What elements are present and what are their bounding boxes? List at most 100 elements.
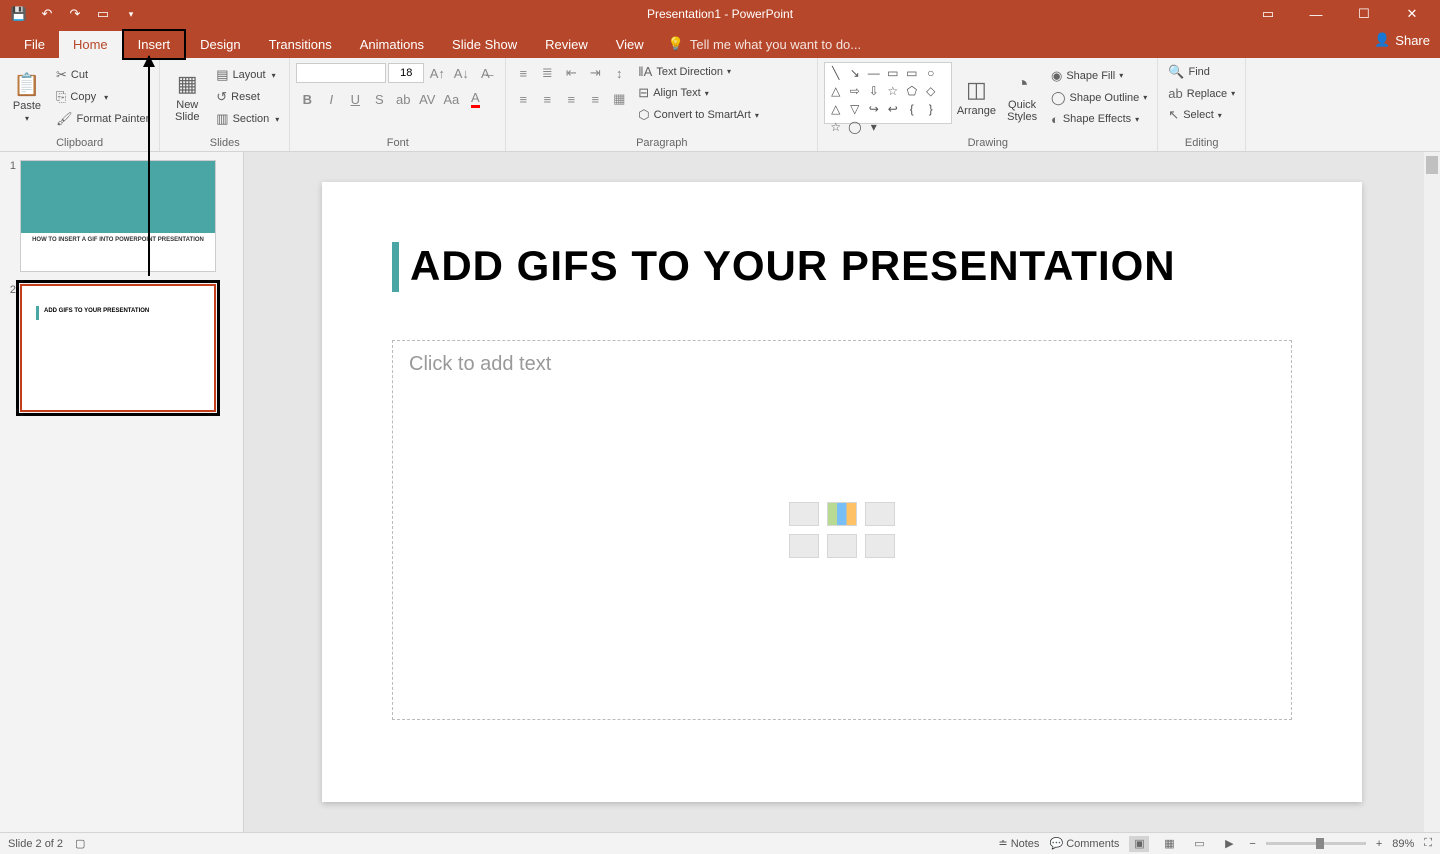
reading-view-icon[interactable]: ▭ [1189, 836, 1209, 852]
underline-button[interactable]: U [344, 88, 366, 110]
zoom-out-button[interactable]: − [1249, 838, 1255, 850]
italic-button[interactable]: I [320, 88, 342, 110]
slideshow-icon[interactable]: ▭ [96, 7, 110, 21]
decrease-font-icon[interactable]: A↓ [450, 62, 472, 84]
zoom-level[interactable]: 89% [1392, 838, 1414, 850]
shape-outline-button[interactable]: ◯Shape Outline▾ [1047, 88, 1151, 108]
tab-animations[interactable]: Animations [346, 31, 438, 58]
font-color-button[interactable]: A [464, 88, 486, 110]
bold-button[interactable]: B [296, 88, 318, 110]
slideshow-view-icon[interactable]: ▶ [1219, 836, 1239, 852]
slide-canvas[interactable]: ADD GIFS TO YOUR PRESENTATION Click to a… [322, 182, 1362, 802]
tell-me-search[interactable]: 💡 Tell me what you want to do... [658, 30, 871, 58]
reset-button[interactable]: ↺Reset [212, 87, 283, 107]
justify-button[interactable]: ≡ [584, 88, 606, 110]
notes-button[interactable]: ≐ Notes [998, 837, 1039, 850]
effects-icon: ◐ [1051, 112, 1059, 127]
qat-dropdown-icon[interactable]: ▾ [124, 7, 138, 21]
redo-icon[interactable]: ↷ [68, 7, 82, 21]
align-right-button[interactable]: ≡ [560, 88, 582, 110]
insert-smartart-icon[interactable] [865, 502, 895, 526]
shape-fill-button[interactable]: ◉Shape Fill▾ [1047, 66, 1151, 86]
tab-file[interactable]: File [10, 31, 59, 58]
thumbnail-1[interactable]: HOW TO INSERT A GIF INTO POWERPOINT PRES… [20, 160, 216, 272]
share-button[interactable]: 👤 Share [1374, 32, 1430, 48]
text-direction-button[interactable]: ‖AText Direction▾ [634, 62, 763, 81]
outline-icon: ◯ [1051, 90, 1066, 106]
tab-review[interactable]: Review [531, 31, 602, 58]
layout-button[interactable]: ▤Layout▾ [212, 65, 283, 85]
arrange-button[interactable]: ◫Arrange [956, 62, 998, 132]
window-controls: ▭ — ☐ ✕ [1248, 0, 1440, 28]
bullets-button[interactable]: ≡ [512, 62, 534, 84]
line-spacing-button[interactable]: ↕ [608, 62, 630, 84]
thumbnail-2[interactable]: ADD GIFS TO YOUR PRESENTATION [20, 284, 216, 412]
spell-check-icon[interactable]: ▢ [75, 837, 85, 850]
align-left-button[interactable]: ≡ [512, 88, 534, 110]
group-label: Slides [166, 137, 283, 151]
zoom-in-button[interactable]: + [1376, 838, 1382, 850]
replace-button[interactable]: abReplace▾ [1164, 84, 1239, 103]
tab-slideshow[interactable]: Slide Show [438, 31, 531, 58]
tab-view[interactable]: View [602, 31, 658, 58]
maximize-icon[interactable]: ☐ [1344, 0, 1384, 28]
placeholder-text: Click to add text [409, 353, 1275, 376]
ribbon-options-icon[interactable]: ▭ [1248, 0, 1288, 28]
tab-home[interactable]: Home [59, 31, 122, 58]
font-family-select[interactable] [296, 63, 386, 83]
copy-icon: ⎘ [56, 89, 66, 105]
shapes-gallery[interactable]: ╲↘—▭▭○△ ⇨⇩☆⬠◇△▽ ↪↩{}☆◯▾ [824, 62, 951, 124]
format-painter-button[interactable]: 🖌Format Painter [52, 109, 153, 129]
slide-counter[interactable]: Slide 2 of 2 [8, 838, 63, 850]
tab-design[interactable]: Design [186, 31, 254, 58]
undo-icon[interactable]: ↶ [40, 7, 54, 21]
group-slides: ▦ New Slide ▤Layout▾ ↺Reset ▥Section▾ Sl… [160, 58, 290, 151]
title-accent-bar [392, 242, 399, 292]
status-bar: Slide 2 of 2 ▢ ≐ Notes 💬 Comments ▣ ▦ ▭ … [0, 832, 1440, 854]
copy-button[interactable]: ⎘Copy▾ [52, 87, 153, 107]
normal-view-icon[interactable]: ▣ [1129, 836, 1149, 852]
slide-title[interactable]: ADD GIFS TO YOUR PRESENTATION [410, 242, 1292, 290]
quick-styles-button[interactable]: ◔Quick Styles [1001, 62, 1043, 132]
paste-button[interactable]: 📋 Paste ▾ [6, 62, 48, 132]
save-icon[interactable]: 💾 [12, 7, 26, 21]
insert-video-icon[interactable] [865, 534, 895, 558]
section-button[interactable]: ▥Section▾ [212, 109, 283, 129]
new-slide-button[interactable]: ▦ New Slide [166, 62, 208, 132]
convert-smartart-button[interactable]: ⬡Convert to SmartArt▾ [634, 105, 763, 125]
tab-transitions[interactable]: Transitions [255, 31, 346, 58]
select-button[interactable]: ↖Select▾ [1164, 105, 1239, 125]
insert-picture-icon[interactable] [789, 534, 819, 558]
insert-table-icon[interactable] [789, 502, 819, 526]
insert-online-picture-icon[interactable] [827, 534, 857, 558]
decrease-indent-button[interactable]: ⇤ [560, 62, 582, 84]
find-button[interactable]: 🔍Find [1164, 62, 1239, 82]
spacing-button[interactable]: AV [416, 88, 438, 110]
group-paragraph: ≡ ≣ ⇤ ⇥ ↕ ≡ ≡ ≡ ≡ ▦ ‖AText Direction▾ ⊟A… [506, 58, 818, 151]
close-icon[interactable]: ✕ [1392, 0, 1432, 28]
minimize-icon[interactable]: — [1296, 0, 1336, 28]
case-button[interactable]: Aa [440, 88, 462, 110]
cut-button[interactable]: ✂Cut [52, 65, 153, 85]
strikethrough-button[interactable]: S [368, 88, 390, 110]
quick-access-toolbar: 💾 ↶ ↷ ▭ ▾ [0, 7, 138, 21]
vertical-scrollbar[interactable] [1424, 152, 1440, 832]
increase-indent-button[interactable]: ⇥ [584, 62, 606, 84]
numbering-button[interactable]: ≣ [536, 62, 558, 84]
shape-effects-button[interactable]: ◐Shape Effects▾ [1047, 110, 1151, 129]
shadow-button[interactable]: ab [392, 88, 414, 110]
columns-button[interactable]: ▦ [608, 88, 630, 110]
share-icon: 👤 [1374, 32, 1390, 48]
increase-font-icon[interactable]: A↑ [426, 62, 448, 84]
sorter-view-icon[interactable]: ▦ [1159, 836, 1179, 852]
comments-button[interactable]: 💬 Comments [1049, 837, 1119, 850]
fit-to-window-icon[interactable]: ⛶ [1424, 837, 1432, 850]
content-placeholder[interactable]: Click to add text [392, 340, 1292, 720]
insert-chart-icon[interactable] [827, 502, 857, 526]
align-text-button[interactable]: ⊟Align Text▾ [634, 83, 763, 103]
zoom-slider[interactable] [1266, 842, 1366, 845]
align-center-button[interactable]: ≡ [536, 88, 558, 110]
font-size-select[interactable] [388, 63, 424, 83]
clear-formatting-icon[interactable]: A̶ [474, 62, 496, 84]
scrollbar-thumb[interactable] [1426, 156, 1438, 174]
